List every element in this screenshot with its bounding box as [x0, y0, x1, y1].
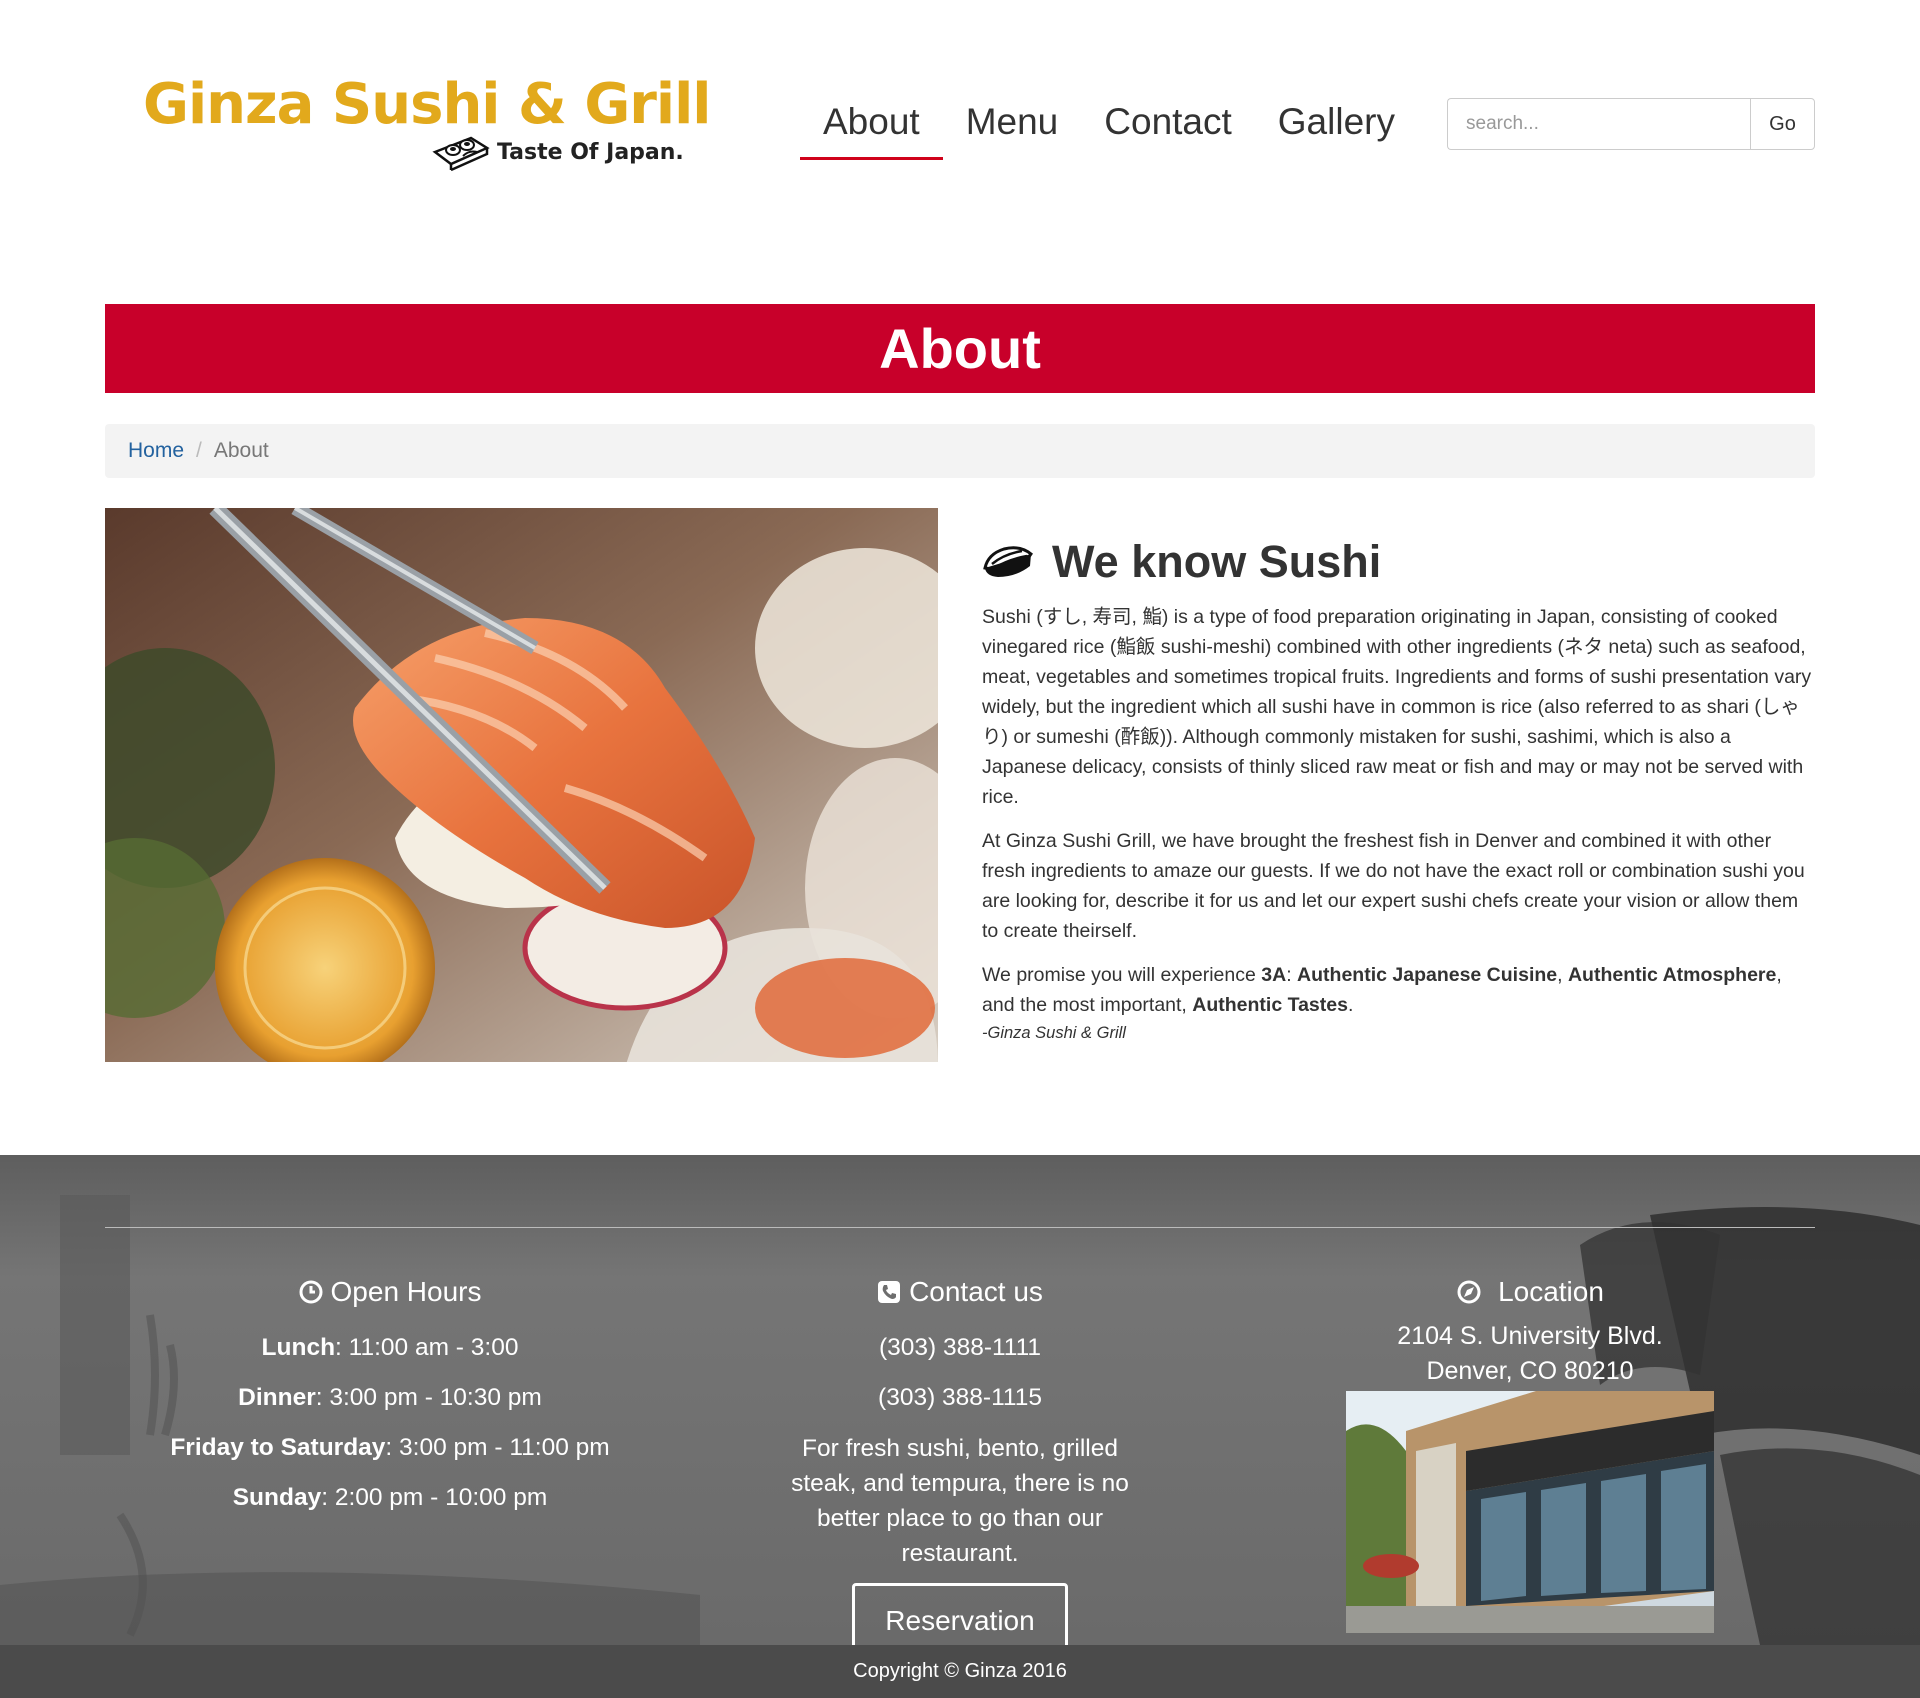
promise-3a: 3A	[1261, 964, 1287, 986]
breadcrumb-home-link[interactable]: Home	[128, 439, 184, 463]
footer-contact: Contact us (303) 388-1111 (303) 388-1115…	[675, 1271, 1245, 1645]
promise-cuisine: Authentic Japanese Cuisine	[1297, 964, 1558, 986]
article-paragraph-2: At Ginza Sushi Grill, we have brought th…	[982, 830, 1805, 942]
phone-2[interactable]: (303) 388-1115	[675, 1383, 1245, 1413]
salmon-nigiri-photo	[105, 508, 938, 1062]
hours-dinner: Dinner: 3:00 pm - 10:30 pm	[238, 1384, 542, 1411]
logo-tagline: Taste Of Japan.	[497, 140, 684, 165]
article-title: We know Sushi	[1052, 536, 1382, 587]
footer-location: Location 2104 S. University Blvd. Denver…	[1245, 1271, 1815, 1633]
article-signature: -Ginza Sushi & Grill	[982, 1024, 1126, 1042]
article-heading: We know Sushi	[982, 534, 1816, 590]
logo-name: Ginza Sushi & Grill	[143, 72, 711, 137]
sushi-board-icon	[432, 136, 490, 172]
contact-title: Contact us	[909, 1276, 1043, 1307]
article-promise: We promise you will experience 3A: Authe…	[982, 964, 1782, 1016]
site-logo[interactable]: Ginza Sushi & Grill Taste Of Japan.	[143, 72, 711, 182]
hours-friday-saturday: Friday to Saturday: 3:00 pm - 11:00 pm	[170, 1434, 610, 1461]
main-nav: About Menu Contact Gallery	[800, 96, 1418, 166]
clock-icon	[299, 1280, 323, 1304]
page-title: About	[879, 317, 1041, 380]
promise-atmosphere: Authentic Atmosphere	[1567, 964, 1777, 986]
search-form: Go	[1447, 98, 1815, 150]
site-header: Ginza Sushi & Grill Taste Of Japan. Abou…	[0, 0, 1920, 200]
footer-divider	[105, 1227, 1815, 1228]
page-banner: About	[105, 304, 1815, 393]
nav-menu[interactable]: Menu	[943, 96, 1082, 162]
footer-open-hours: Open Hours Lunch: 11:00 am - 3:00 Dinner…	[105, 1271, 675, 1513]
promise-tastes: Authentic Tastes	[1192, 994, 1348, 1016]
search-input[interactable]	[1447, 98, 1750, 150]
article-paragraph-1: Sushi (すし, 寿司, 鮨) is a type of food prep…	[982, 606, 1812, 808]
contact-description: For fresh sushi, bento, grilled steak, a…	[791, 1435, 1129, 1567]
location-title: Location	[1498, 1276, 1604, 1307]
breadcrumb: Home / About	[105, 424, 1815, 478]
reservation-button[interactable]: Reservation	[852, 1583, 1068, 1645]
location-icon	[1457, 1280, 1481, 1304]
storefront-photo[interactable]	[1346, 1391, 1714, 1633]
hours-sunday: Sunday: 2:00 pm - 10:00 pm	[232, 1484, 548, 1511]
copyright: Copyright © Ginza 2016	[0, 1645, 1920, 1698]
sushi-icon	[983, 546, 1033, 577]
site-footer: Open Hours Lunch: 11:00 am - 3:00 Dinner…	[0, 1155, 1920, 1645]
nav-gallery[interactable]: Gallery	[1255, 96, 1418, 162]
hours-lunch: Lunch: 11:00 am - 3:00	[261, 1334, 519, 1361]
breadcrumb-separator: /	[196, 439, 202, 462]
address-line-2: Denver, CO 80210	[1426, 1357, 1634, 1385]
address-line-1: 2104 S. University Blvd.	[1397, 1322, 1663, 1350]
nav-about[interactable]: About	[800, 96, 943, 162]
open-hours-title: Open Hours	[330, 1276, 482, 1307]
search-go-button[interactable]: Go	[1750, 98, 1815, 150]
nav-contact[interactable]: Contact	[1081, 96, 1255, 162]
phone-1[interactable]: (303) 388-1111	[675, 1333, 1245, 1363]
about-article: We know Sushi Sushi (すし, 寿司, 鮨) is a typ…	[982, 534, 1816, 1058]
breadcrumb-current: About	[213, 439, 269, 462]
phone-icon	[878, 1281, 901, 1303]
